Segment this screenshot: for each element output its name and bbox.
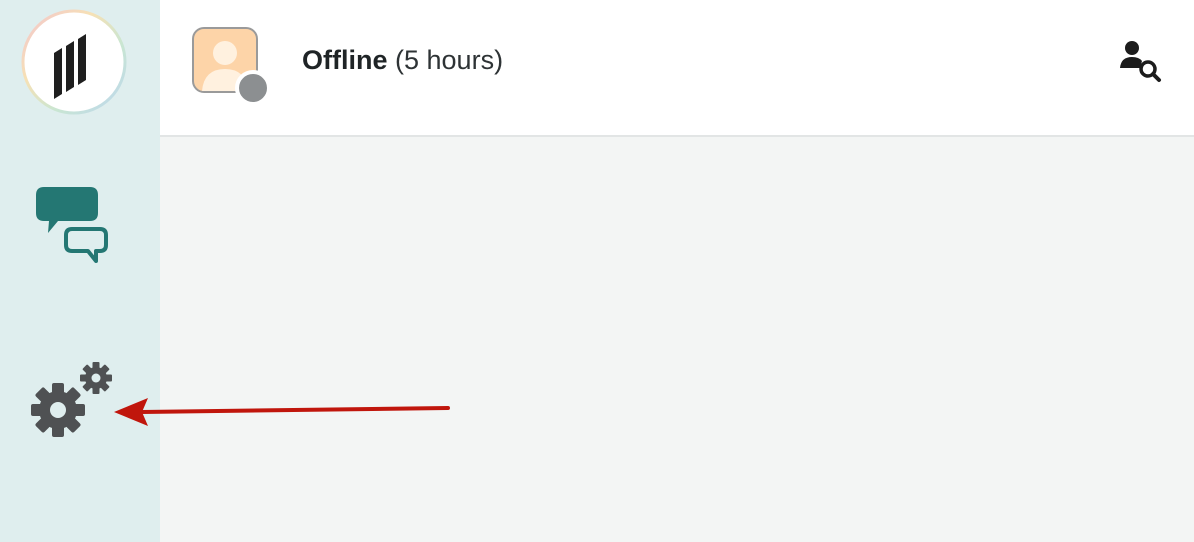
header-bar: Offline (5 hours) (160, 0, 1194, 137)
sidebar-item-settings[interactable] (30, 360, 116, 440)
chat-bubbles-icon (36, 187, 108, 263)
status-label: Offline (302, 45, 388, 75)
app-logo-icon (21, 9, 127, 115)
annotation-arrow (114, 398, 450, 426)
user-search-icon (1120, 41, 1161, 82)
app-logo[interactable] (20, 8, 128, 116)
user-search-button[interactable] (1118, 38, 1164, 84)
sidebar (0, 0, 160, 542)
sidebar-item-chats[interactable] (34, 183, 110, 265)
status-duration: (5 hours) (395, 45, 504, 75)
app-window: Offline (5 hours) (0, 0, 1194, 542)
status-offline-indicator (235, 70, 271, 106)
presence-status[interactable]: Offline (5 hours) (302, 42, 503, 78)
settings-gears-icon (31, 362, 112, 437)
